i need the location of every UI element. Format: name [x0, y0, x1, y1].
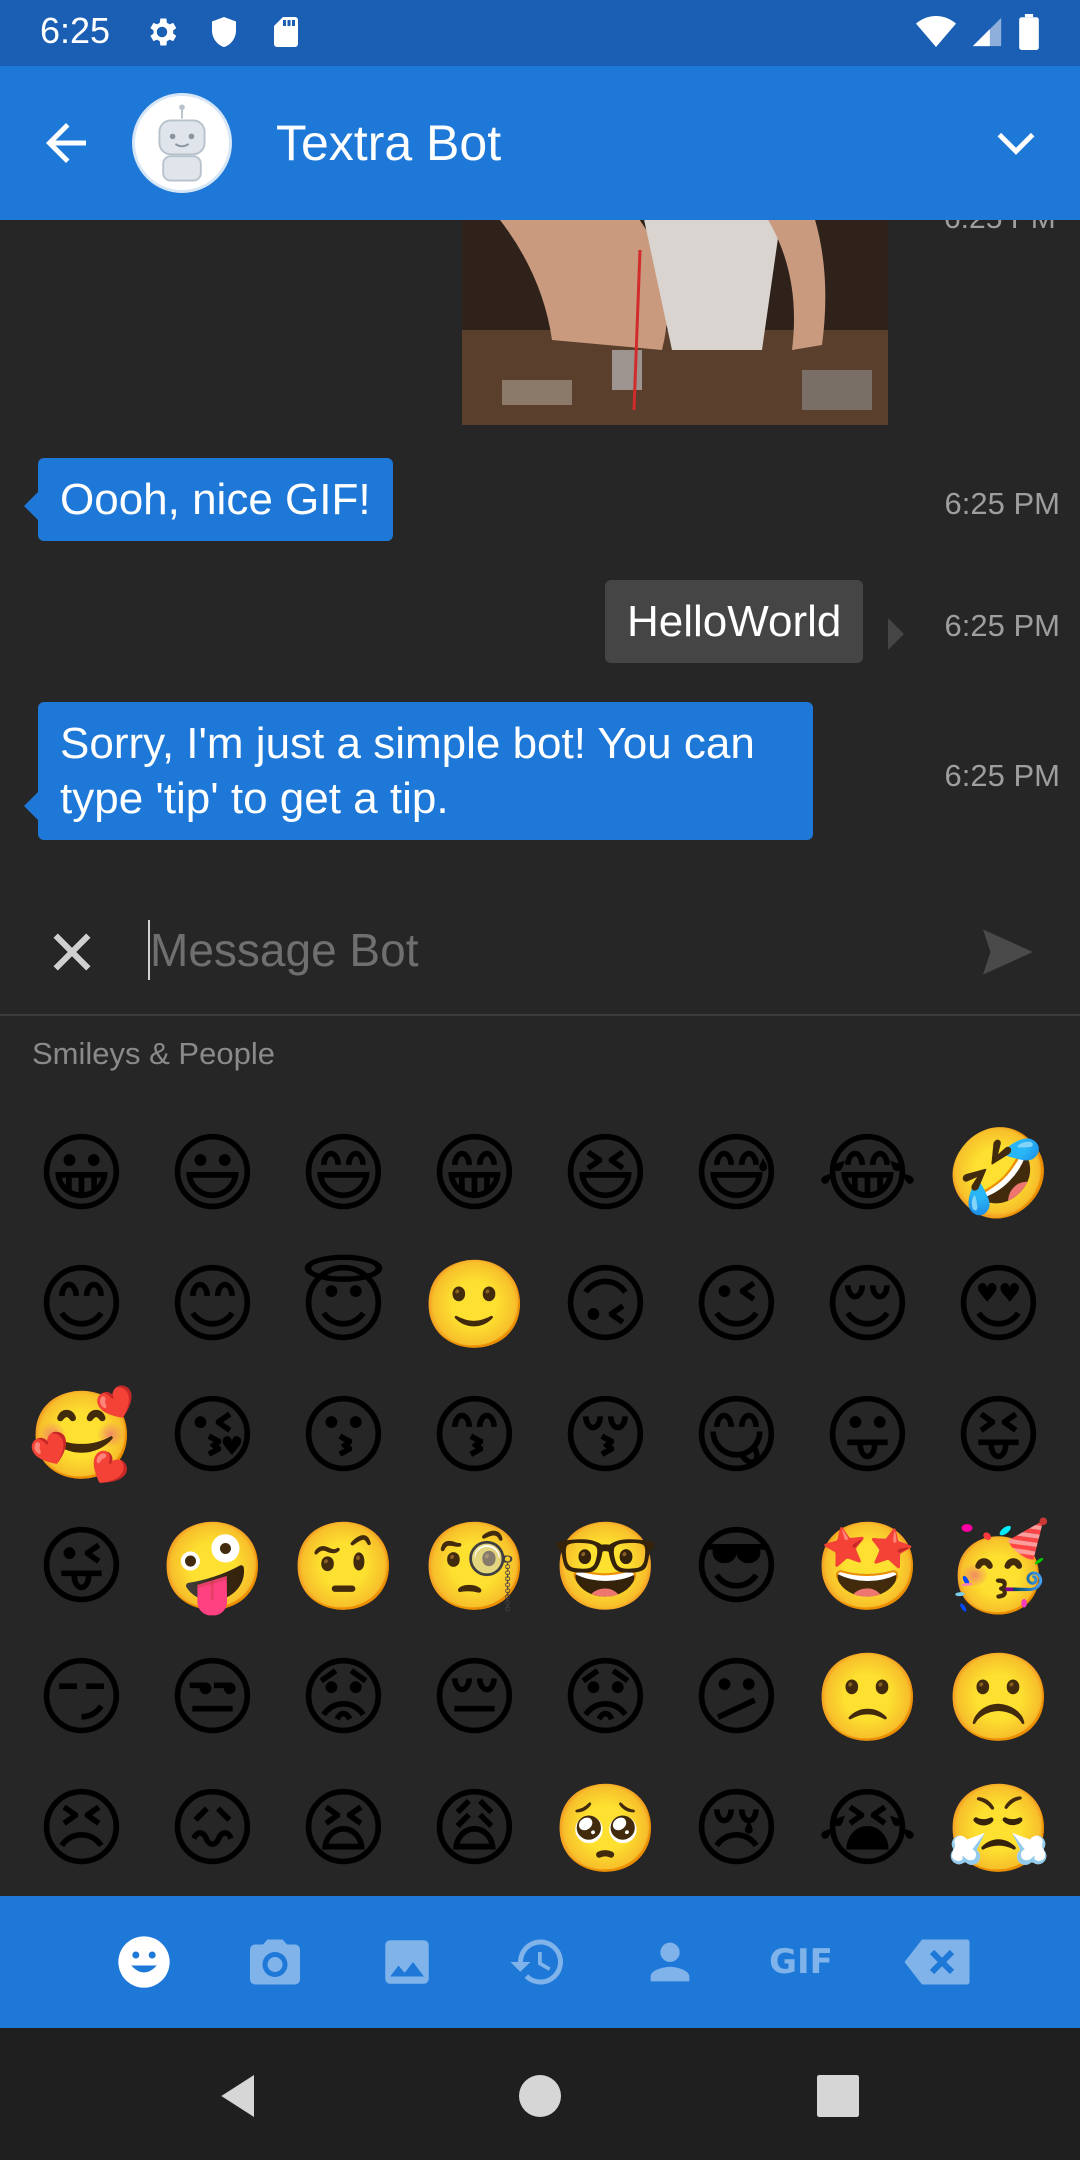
emoji-item[interactable]: 😣 [16, 1763, 147, 1894]
emoji-item[interactable]: 😉 [671, 1239, 802, 1370]
sd-card-icon [274, 17, 298, 47]
emoji-item[interactable]: 🥰 [16, 1370, 147, 1501]
chevron-down-icon[interactable] [988, 118, 1044, 168]
send-icon[interactable] [976, 922, 1040, 982]
message-bubble-outgoing[interactable]: HelloWorld [605, 580, 864, 663]
shield-icon [212, 17, 236, 47]
emoji-item[interactable]: 😛 [802, 1370, 933, 1501]
emoji-item[interactable]: 😋 [671, 1370, 802, 1501]
emoji-item[interactable]: 😕 [671, 1632, 802, 1763]
nav-home-icon[interactable] [512, 2068, 568, 2124]
message-timestamp: 6:25 PM [944, 758, 1060, 793]
emoji-item[interactable]: 😀 [16, 1108, 147, 1239]
cell-signal-icon [972, 17, 1002, 47]
emoji-item[interactable]: 😤 [933, 1763, 1064, 1894]
emoji-item[interactable]: 😃 [147, 1108, 278, 1239]
message-bubble-incoming[interactable]: Sorry, I'm just a simple bot! You can ty… [38, 702, 813, 840]
emoji-item[interactable]: 😊 [147, 1239, 278, 1370]
emoji-item[interactable]: 😅 [671, 1108, 802, 1239]
emoji-item[interactable]: 😏 [16, 1632, 147, 1763]
emoji-item[interactable]: 😍 [933, 1239, 1064, 1370]
gif-image[interactable] [462, 220, 888, 425]
nav-back-icon[interactable] [212, 2068, 268, 2124]
emoji-item[interactable]: 😟 [540, 1632, 671, 1763]
emoji-item[interactable]: 😩 [409, 1763, 540, 1894]
back-arrow-icon[interactable] [36, 113, 96, 173]
emoji-item[interactable]: 🙁 [802, 1632, 933, 1763]
gif-timestamp: 6:25 PM [944, 220, 1056, 236]
conversation-title[interactable]: Textra Bot [276, 114, 501, 172]
smiley-icon [118, 1936, 170, 1988]
emoji-item[interactable]: 😊 [16, 1239, 147, 1370]
image-icon [385, 1940, 429, 1984]
emoji-item[interactable]: 😝 [933, 1370, 1064, 1501]
emoji-item[interactable]: 😁 [409, 1108, 540, 1239]
emoji-item[interactable]: 😢 [671, 1763, 802, 1894]
backspace-icon [904, 1939, 970, 1985]
contacts-tab[interactable] [634, 1926, 706, 1998]
emoji-item[interactable]: 😎 [671, 1501, 802, 1632]
status-bar: 6:25 [0, 0, 1080, 66]
emoji-item[interactable]: 🥺 [540, 1763, 671, 1894]
gif-label: GIF [769, 1942, 833, 1982]
gif-tab[interactable]: GIF [765, 1926, 837, 1998]
nav-recents-icon[interactable] [810, 2068, 866, 2124]
system-nav-bar [0, 2028, 1080, 2160]
history-icon [510, 1939, 563, 1985]
emoji-tab[interactable] [108, 1926, 180, 1998]
settings-gear-icon [150, 18, 177, 46]
emoji-item[interactable]: 🙂 [409, 1239, 540, 1370]
bot-avatar[interactable] [132, 93, 232, 193]
emoji-item[interactable]: 🥳 [933, 1501, 1064, 1632]
gallery-tab[interactable] [371, 1926, 443, 1998]
status-time: 6:25 [40, 10, 111, 51]
emoji-item[interactable]: 😙 [409, 1370, 540, 1501]
emoji-item[interactable]: 😌 [802, 1239, 933, 1370]
recents-tab[interactable] [502, 1926, 574, 1998]
emoji-item[interactable]: 😜 [16, 1501, 147, 1632]
emoji-item[interactable]: 😗 [278, 1370, 409, 1501]
wifi-icon [916, 16, 956, 47]
emoji-item[interactable]: 🤓 [540, 1501, 671, 1632]
emoji-picker: Smileys & People 😀 😃 😄 😁 😆 😅 😂 🤣 😊 😊 😇 🙂 🙃 😉 😌 😍 🥰 😘 😗 😙 😚 😋 😛… [0, 1016, 1080, 1896]
emoji-grid: 😀 😃 😄 😁 😆 😅 😂 🤣 😊 😊 😇 🙂 🙃 😉 😌 😍 🥰 😘 😗 😙 😚 😋 😛 😝 😜 🤪 🤨 🧐 🤓 😎 🤩 🥳 😏 😒 😟 😔 😟 😕 🙁 ☹… [16, 1108, 1064, 1894]
battery-icon [1019, 14, 1039, 50]
emoji-item[interactable]: 😆 [540, 1108, 671, 1239]
emoji-item[interactable]: 😂 [802, 1108, 933, 1239]
close-icon[interactable] [44, 924, 100, 980]
camera-tab[interactable] [239, 1926, 311, 1998]
emoji-item[interactable]: 😒 [147, 1632, 278, 1763]
emoji-item[interactable]: 😭 [802, 1763, 933, 1894]
emoji-item[interactable]: ☹️ [933, 1632, 1064, 1763]
emoji-item[interactable]: 😄 [278, 1108, 409, 1239]
bubble-tail [888, 618, 904, 650]
camera-icon [250, 1939, 300, 1985]
emoji-item[interactable]: 🤣 [933, 1108, 1064, 1239]
app-bar: Textra Bot [0, 66, 1080, 220]
message-timestamp: 6:25 PM [944, 608, 1060, 643]
emoji-item[interactable]: 😇 [278, 1239, 409, 1370]
emoji-item[interactable]: 😫 [278, 1763, 409, 1894]
emoji-item[interactable]: 😘 [147, 1370, 278, 1501]
emoji-item[interactable]: 🙃 [540, 1239, 671, 1370]
emoji-item[interactable]: 😟 [278, 1632, 409, 1763]
robot-icon [135, 96, 229, 190]
message-composer [0, 890, 1080, 1015]
message-timestamp: 6:25 PM [944, 486, 1060, 521]
emoji-category-label: Smileys & People [32, 1036, 275, 1071]
emoji-item[interactable]: 🤩 [802, 1501, 933, 1632]
emoji-item[interactable]: 😔 [409, 1632, 540, 1763]
gif-thumbnail [462, 220, 888, 425]
backspace-button[interactable] [897, 1926, 977, 1998]
person-icon [650, 1942, 690, 1982]
message-input[interactable] [150, 912, 940, 988]
emoji-item[interactable]: 😖 [147, 1763, 278, 1894]
emoji-item[interactable]: 🤨 [278, 1501, 409, 1632]
message-bubble-incoming[interactable]: Oooh, nice GIF! [38, 458, 393, 541]
emoji-item[interactable]: 😚 [540, 1370, 671, 1501]
emoji-item[interactable]: 🧐 [409, 1501, 540, 1632]
emoji-item[interactable]: 🤪 [147, 1501, 278, 1632]
emoji-toolbar: GIF [0, 1896, 1080, 2028]
